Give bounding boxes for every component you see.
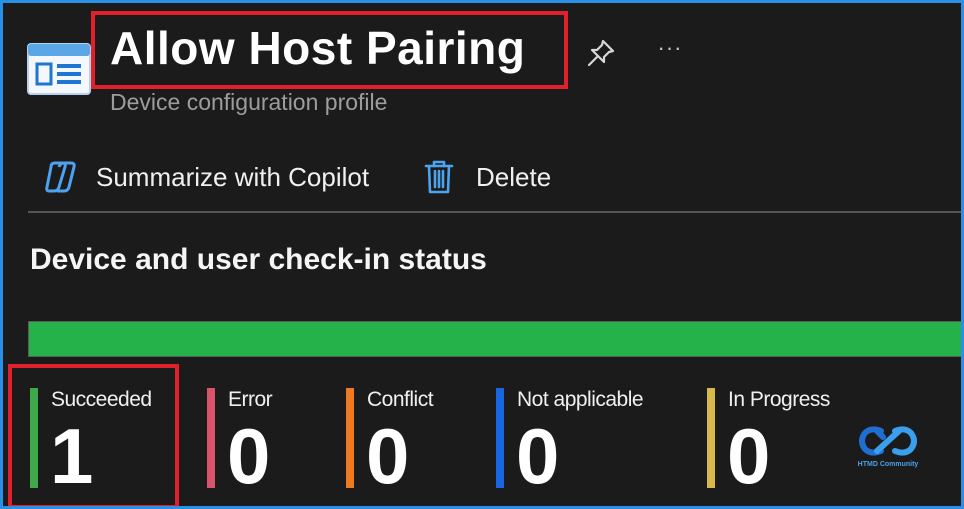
delete-button-label: Delete (476, 161, 552, 192)
stat-in-progress-stripe (707, 388, 715, 488)
stat-not-applicable-count: 0 (516, 412, 560, 500)
stat-succeeded-count: 1 (50, 412, 94, 500)
stat-succeeded-label: Succeeded (51, 388, 152, 411)
stat-in-progress-count: 0 (727, 412, 771, 500)
htmd-community-watermark: HTMD Community (853, 421, 923, 471)
configuration-profile-icon (27, 43, 91, 95)
more-options-icon[interactable]: ··· (653, 33, 687, 63)
status-bar-succeeded-fill (29, 322, 961, 356)
stat-conflict-count: 0 (366, 412, 410, 500)
stat-conflict-stripe (346, 388, 354, 488)
copilot-button-label: Summarize with Copilot (96, 161, 370, 192)
stat-in-progress-label: In Progress (728, 388, 830, 411)
stat-error-stripe (207, 388, 215, 488)
pin-icon[interactable] (585, 37, 617, 69)
htmd-logo-icon (859, 426, 917, 456)
summarize-with-copilot-button[interactable]: Summarize with Copilot (43, 155, 369, 199)
page-title: Allow Host Pairing (110, 22, 526, 74)
copilot-icon (45, 161, 76, 193)
profile-overview-panel: Allow Host Pairing ··· Device configurat… (3, 3, 961, 506)
stat-succeeded-stripe (30, 388, 38, 488)
delete-button[interactable]: Delete (421, 155, 551, 199)
stat-error-label: Error (228, 388, 273, 411)
page-subtitle: Device configuration profile (110, 89, 388, 115)
stat-not-applicable-label: Not applicable (517, 388, 644, 411)
trash-icon (424, 160, 454, 194)
check-in-status-bar (28, 321, 961, 357)
stat-conflict-label: Conflict (367, 388, 434, 411)
watermark-text: HTMD Community (857, 461, 919, 468)
stat-not-applicable-stripe (496, 388, 504, 488)
stat-error-count: 0 (227, 412, 271, 500)
toolbar-divider (28, 211, 961, 213)
section-title: Device and user check-in status (30, 243, 487, 276)
